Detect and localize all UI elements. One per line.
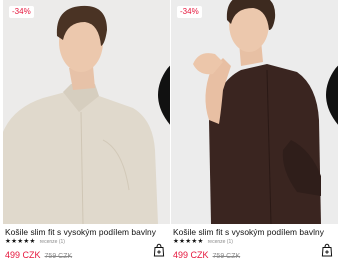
discount-badge: -34%: [177, 6, 202, 18]
add-to-cart-button[interactable]: [153, 243, 165, 257]
product-rating: ★★★★★ recenze (1): [5, 238, 65, 246]
product-title[interactable]: Košile slim fit s vysokým podílem bavlny: [173, 227, 324, 237]
product-photo-brown-shirt: [171, 0, 338, 224]
heart-icon: [326, 65, 338, 125]
add-to-bag-icon: [153, 243, 165, 257]
rating-stars: ★★★★★: [5, 238, 36, 245]
wishlist-button[interactable]: [152, 6, 170, 125]
product-rating: ★★★★★ recenze (1): [173, 238, 233, 246]
rating-stars: ★★★★★: [173, 238, 204, 245]
review-count[interactable]: recenze (1): [208, 239, 233, 245]
heart-icon: [158, 65, 170, 125]
wishlist-button[interactable]: [320, 6, 338, 125]
price-row: 499 CZK 759 CZK: [5, 250, 72, 260]
sale-price: 499 CZK: [5, 250, 41, 260]
review-count[interactable]: recenze (1): [40, 239, 65, 245]
product-photo-beige-shirt: [3, 0, 170, 224]
price-row: 499 CZK 759 CZK: [173, 250, 240, 260]
product-image[interactable]: -34%: [171, 0, 338, 224]
product-image[interactable]: -34%: [3, 0, 170, 224]
sale-price: 499 CZK: [173, 250, 209, 260]
add-to-cart-button[interactable]: [321, 243, 333, 257]
product-title[interactable]: Košile slim fit s vysokým podílem bavlny: [5, 227, 156, 237]
original-price: 759 CZK: [44, 253, 73, 260]
product-card[interactable]: -34% Košile slim fit s vysokým podílem b…: [3, 0, 170, 270]
product-card[interactable]: -34% Košile slim fit s vysokým podílem b…: [171, 0, 338, 270]
discount-badge: -34%: [9, 6, 34, 18]
original-price: 759 CZK: [212, 253, 241, 260]
add-to-bag-icon: [321, 243, 333, 257]
